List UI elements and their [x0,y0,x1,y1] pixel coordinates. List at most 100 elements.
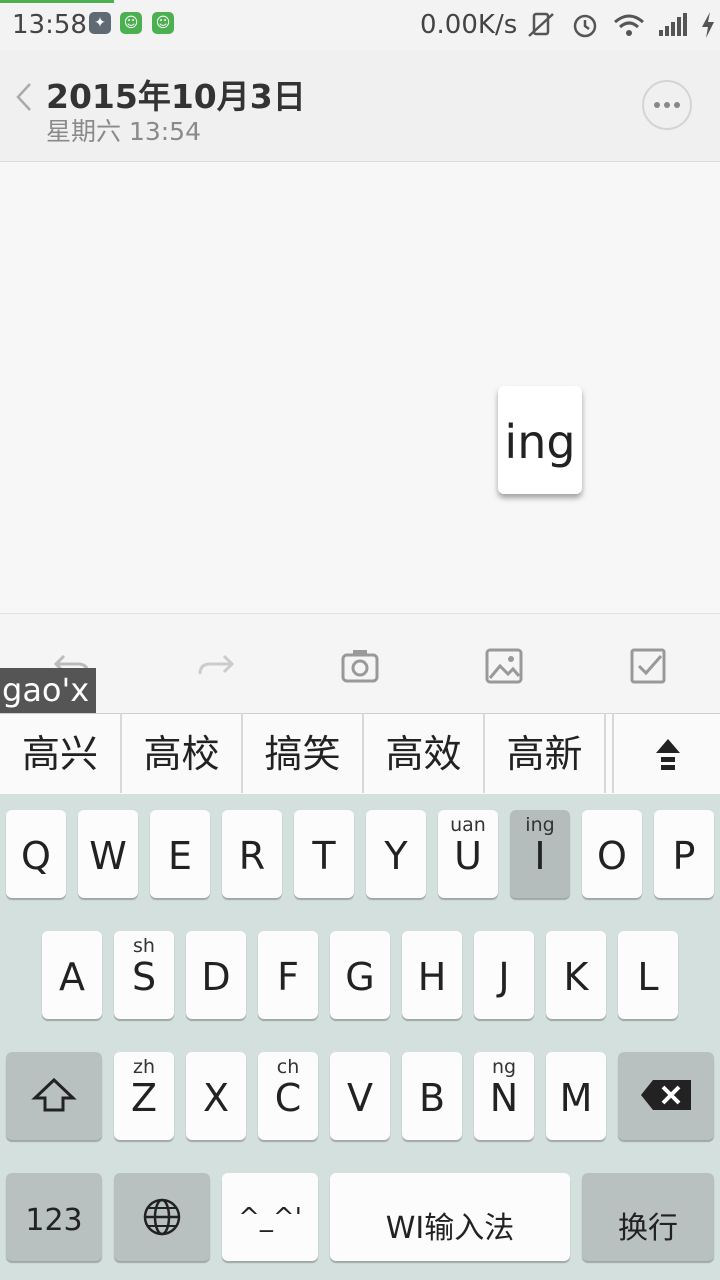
key-e[interactable]: E [150,810,210,898]
notification-app-icon: ✦ [89,12,111,34]
globe-icon [143,1198,181,1236]
key-g[interactable]: G [330,931,390,1019]
space-key-label: WI输入法 [385,1211,515,1246]
status-progress-bar [0,0,114,3]
backspace-key[interactable] [618,1052,714,1140]
key-hint: ing [525,814,555,836]
key-label: M [559,1076,593,1120]
candidate-expand-button[interactable] [612,713,720,793]
key-k[interactable]: K [546,931,606,1019]
key-label: H [417,955,447,999]
key-label: Y [384,834,408,878]
emoticon-key[interactable]: ^_^' [222,1173,318,1261]
key-t[interactable]: T [294,810,354,898]
note-date-title: 2015年10月3日 [46,77,306,116]
candidate-5[interactable]: 高新 [485,713,606,793]
enter-key[interactable]: 换行 [582,1173,714,1261]
candidate-3[interactable]: 搞笑 [243,713,364,793]
key-hint: ch [276,1056,300,1078]
status-time: 13:58 [12,10,87,40]
notification-android-icon: ☺ [120,12,142,34]
key-c[interactable]: ch C [258,1052,318,1140]
space-key[interactable]: WI输入法 [330,1173,570,1261]
key-hint: ng [491,1056,517,1078]
numbers-key-label: 123 [25,1203,83,1238]
key-x[interactable]: X [186,1052,246,1140]
enter-key-label: 换行 [618,1211,678,1246]
key-label: W [89,834,127,878]
key-s[interactable]: sh S [114,931,174,1019]
key-q[interactable]: Q [6,810,66,898]
key-label: E [167,834,192,878]
wifi-icon [614,14,644,36]
expand-up-icon [656,739,680,770]
candidate-1[interactable]: 高兴 [0,713,122,793]
key-label: T [312,834,336,878]
key-label: U [454,834,482,878]
numbers-key[interactable]: 123 [6,1173,102,1261]
signal-icon [659,13,687,36]
key-d[interactable]: D [186,931,246,1019]
shift-key[interactable] [6,1052,102,1140]
key-label: K [563,955,589,999]
key-label: Q [21,834,51,878]
notification-android-icon-2: ☺ [152,12,174,34]
key-label: D [201,955,231,999]
key-h[interactable]: H [402,931,462,1019]
key-f[interactable]: F [258,931,318,1019]
key-hint: uan [450,814,486,836]
key-label: R [238,834,266,878]
key-label: I [534,834,546,878]
checklist-icon[interactable] [628,646,668,686]
key-label: C [274,1076,302,1120]
key-a[interactable]: A [42,931,102,1019]
key-m[interactable]: M [546,1052,606,1140]
key-l[interactable]: L [618,931,678,1019]
back-chevron-icon[interactable] [14,82,34,112]
more-dots-icon [654,102,680,108]
key-label: S [131,955,157,999]
key-o[interactable]: O [582,810,642,898]
key-hint: zh [132,1056,155,1078]
key-u[interactable]: uan U [438,810,498,898]
candidate-2[interactable]: 高校 [122,713,243,793]
key-j[interactable]: J [474,931,534,1019]
ime-composing-text: gao'x [0,668,96,713]
key-b[interactable]: B [402,1052,462,1140]
shift-arrow-icon [31,1077,77,1112]
key-v[interactable]: V [330,1052,390,1140]
redo-icon[interactable] [196,646,236,686]
key-label: V [347,1076,373,1120]
charging-icon [702,12,714,38]
key-hint: sh [133,935,155,957]
network-speed: 0.00K/s [420,10,518,40]
key-press-preview: ing [498,386,582,494]
key-label: F [277,955,299,999]
candidate-4[interactable]: 高效 [364,713,485,793]
more-options-button[interactable] [642,80,692,130]
key-label: Z [130,1076,158,1120]
image-icon[interactable] [484,646,524,686]
emoticon-key-label: ^_^' [238,1203,302,1233]
key-w[interactable]: W [78,810,138,898]
key-label: X [202,1076,230,1120]
mute-vibrate-icon [528,12,554,37]
key-label: P [672,834,696,878]
key-r[interactable]: R [222,810,282,898]
key-y[interactable]: Y [366,810,426,898]
note-editor[interactable] [0,162,720,612]
key-n[interactable]: ng N [474,1052,534,1140]
key-label: G [345,955,375,999]
key-z[interactable]: zh Z [114,1052,174,1140]
language-key[interactable] [114,1173,210,1261]
key-label: O [597,834,627,878]
alarm-icon [573,14,597,38]
key-label: J [498,955,510,999]
key-p[interactable]: P [654,810,714,898]
key-i[interactable]: ing I [510,810,570,898]
backspace-icon [641,1080,691,1110]
key-label: L [637,955,659,999]
camera-icon[interactable] [340,646,380,686]
note-date-subtitle: 星期六 13:54 [46,117,201,146]
key-label: N [489,1076,519,1120]
